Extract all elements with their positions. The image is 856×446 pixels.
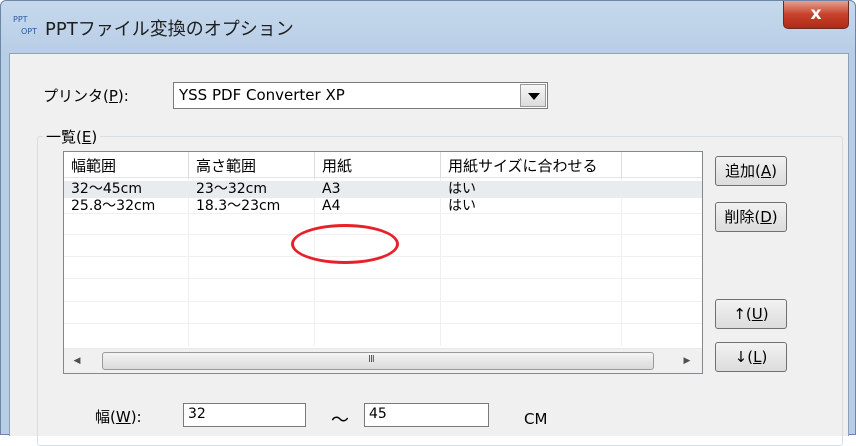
move-up-button[interactable]: ↑(U): [715, 299, 787, 329]
close-button[interactable]: x: [783, 1, 849, 29]
cell-width-range: 32〜45cm: [71, 181, 142, 197]
column-header-fit-paper[interactable]: 用紙サイズに合わせる: [441, 152, 622, 178]
ppt-opt-icon: PPT OPT: [11, 13, 39, 41]
close-icon: x: [810, 4, 822, 24]
table-row[interactable]: 25.8〜32cm 18.3〜23cm A4 はい: [64, 198, 702, 215]
delete-button[interactable]: 削除(D): [715, 202, 787, 232]
cell-fit-paper: はい: [448, 198, 476, 214]
dialog-body: プリンタ(P): YSS PDF Converter XP 一覧(E) 幅範囲 …: [9, 53, 849, 446]
horizontal-scrollbar[interactable]: ◀ III ▶: [64, 348, 702, 373]
width-unit-label: CM: [524, 410, 548, 428]
cell-height-range: 23〜32cm: [196, 181, 267, 197]
highlight-circle-annotation: [291, 224, 399, 264]
table-row[interactable]: 32〜45cm 23〜32cm A3 はい: [64, 181, 702, 198]
column-header-paper[interactable]: 用紙: [315, 152, 441, 178]
icon-text-top: PPT: [13, 15, 28, 24]
window-title: PPTファイル変換のオプション: [45, 19, 294, 40]
add-button[interactable]: 追加(A): [715, 156, 787, 186]
icon-text-bottom: OPT: [21, 27, 38, 36]
cell-fit-paper: はい: [448, 181, 476, 197]
printer-dropdown-button[interactable]: [520, 84, 546, 107]
row-divider: [64, 278, 702, 279]
cell-paper: A4: [322, 198, 341, 214]
paper-size-list[interactable]: 幅範囲 高さ範囲 用紙 用紙サイズに合わせる 32〜45cm 23〜32cm A…: [63, 151, 703, 374]
chevron-down-icon: [528, 93, 540, 100]
column-header-height-range[interactable]: 高さ範囲: [189, 152, 315, 178]
printer-select-value: YSS PDF Converter XP: [179, 86, 345, 104]
scroll-grip-icon: III: [368, 354, 375, 365]
list-header: 幅範囲 高さ範囲 用紙 用紙サイズに合わせる: [64, 152, 702, 178]
cell-paper: A3: [322, 181, 341, 197]
move-down-button[interactable]: ↓(L): [715, 342, 787, 372]
width-from-input[interactable]: 32: [183, 403, 306, 427]
printer-label: プリンタ(P):: [43, 87, 129, 105]
dialog-window: PPT OPT PPTファイル変換のオプション x プリンタ(P): YSS P…: [0, 0, 856, 446]
title-bar[interactable]: PPT OPT PPTファイル変換のオプション x: [1, 1, 855, 53]
printer-select[interactable]: YSS PDF Converter XP: [173, 82, 548, 109]
column-header-width-range[interactable]: 幅範囲: [64, 152, 189, 178]
cell-height-range: 18.3〜23cm: [196, 198, 281, 214]
cell-width-range: 25.8〜32cm: [71, 198, 156, 214]
row-divider: [64, 301, 702, 302]
scrollbar-thumb[interactable]: III: [102, 352, 654, 370]
scroll-left-icon[interactable]: ◀: [68, 354, 86, 368]
scroll-right-icon[interactable]: ▶: [678, 354, 696, 368]
width-to-input[interactable]: 45: [364, 403, 489, 427]
row-divider: [64, 323, 702, 324]
width-label: 幅(W):: [95, 408, 142, 426]
list-group-label: 一覧(E): [43, 126, 101, 147]
range-separator: 〜: [331, 410, 349, 431]
